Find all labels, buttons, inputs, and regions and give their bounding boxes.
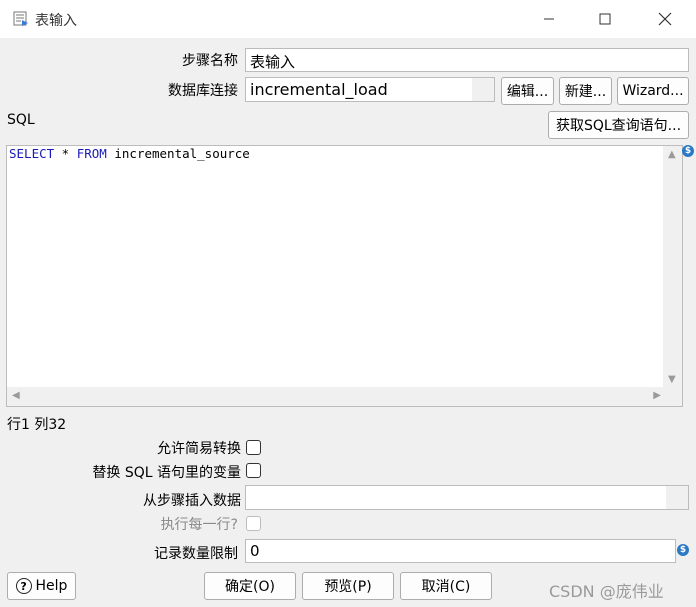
sql-label: SQL [7,112,35,128]
dropdown-arrow-icon[interactable] [472,78,494,101]
preview-button[interactable]: 预览(P) [302,572,394,600]
lazy-conversion-label: 允许简易转换 [157,441,241,457]
vertical-scrollbar[interactable]: ▲ ▼ [663,146,682,388]
table-input-icon [13,11,29,27]
minimize-icon [544,18,554,20]
scroll-left-icon[interactable]: ◀ [12,390,20,401]
ok-button[interactable]: 确定(O) [204,572,296,600]
edit-connection-button[interactable]: 编辑... [501,77,554,105]
help-button[interactable]: ? Help [7,572,76,600]
sql-keyword-from: FROM [76,146,107,161]
scroll-right-icon[interactable]: ▶ [653,390,661,401]
help-icon: ? [15,578,32,594]
variable-icon: $ [677,544,689,556]
new-connection-button[interactable]: 新建... [559,77,612,105]
get-sql-button[interactable]: 获取SQL查询语句... [548,111,689,139]
dropdown-arrow-icon[interactable] [666,486,688,509]
close-icon [658,12,672,26]
replace-variables-label: 替换 SQL 语句里的变量 [92,465,241,481]
sql-keyword-select: SELECT [9,146,55,161]
cancel-button[interactable]: 取消(C) [400,572,492,600]
sql-table-name: incremental_source [106,146,250,161]
connection-value: incremental_load [250,80,388,99]
limit-input[interactable]: 0 [245,539,676,563]
execute-each-row-checkbox[interactable] [246,516,261,531]
connection-select[interactable]: incremental_load [245,77,495,102]
step-name-input[interactable]: 表输入 [245,48,689,72]
sql-star: * [54,146,77,161]
scroll-up-icon[interactable]: ▲ [668,149,676,160]
cursor-position: 行1 列32 [7,417,67,433]
sql-editor[interactable]: SELECT * FROM incremental_source ▲ ▼ ◀ ▶ [6,145,683,407]
lazy-conversion-checkbox[interactable] [246,440,261,455]
insert-from-step-select[interactable] [245,485,689,510]
execute-each-row-label: 执行每一行? [160,517,238,533]
watermark: CSDN @庞伟业 [549,582,664,601]
wizard-button[interactable]: Wizard... [617,77,689,105]
replace-variables-checkbox[interactable] [246,463,261,478]
minimize-button[interactable] [520,0,578,38]
limit-label: 记录数量限制 [154,546,238,562]
maximize-button[interactable] [576,0,634,38]
horizontal-scrollbar[interactable]: ◀ ▶ [7,387,665,406]
scroll-down-icon[interactable]: ▼ [668,374,676,385]
window-title: 表输入 [35,13,77,29]
connection-label: 数据库连接 [168,83,238,99]
sql-code[interactable]: SELECT * FROM incremental_source [9,146,250,161]
insert-from-step-label: 从步骤插入数据 [143,493,241,509]
close-button[interactable] [636,0,694,38]
help-label: Help [35,578,68,594]
maximize-icon [599,13,611,25]
scroll-corner [663,387,682,406]
step-name-label: 步骤名称 [182,53,238,69]
variable-icon: $ [682,145,694,157]
